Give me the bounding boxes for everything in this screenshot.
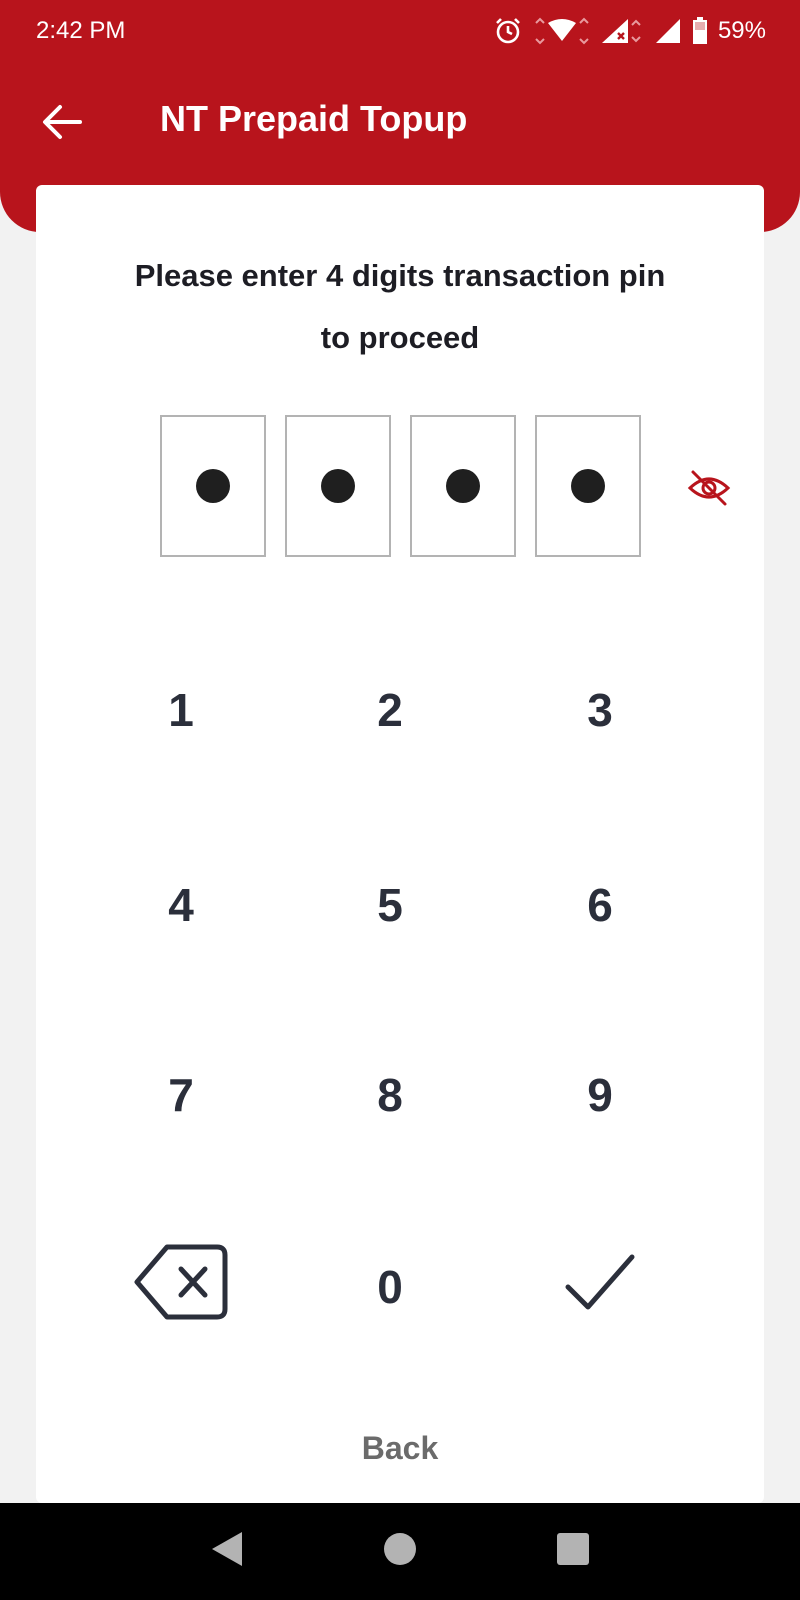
backspace-icon: [133, 1243, 229, 1332]
pin-card: Please enter 4 digits transaction pin to…: [36, 185, 764, 1503]
delete-key[interactable]: [101, 1227, 261, 1347]
signal-icon: [654, 17, 682, 45]
alarm-icon: [494, 17, 522, 45]
status-bar: 2:42 PM 59%: [0, 0, 800, 62]
square-recents-icon: [556, 1532, 590, 1571]
pin-dot: [321, 469, 355, 503]
pin-visibility-toggle[interactable]: [686, 467, 732, 513]
nav-recents-button[interactable]: [543, 1522, 603, 1582]
confirm-key[interactable]: [520, 1227, 680, 1347]
pin-digit-box[interactable]: [285, 415, 391, 557]
triangle-back-icon: [210, 1530, 244, 1573]
wifi-icon: [532, 17, 590, 45]
pin-prompt-line-1: Please enter 4 digits transaction pin: [134, 258, 666, 293]
pin-digit-box[interactable]: [160, 415, 266, 557]
key-6[interactable]: 6: [520, 845, 680, 965]
status-icons: 59%: [494, 17, 766, 45]
back-button[interactable]: Back: [36, 1430, 764, 1467]
key-4[interactable]: 4: [101, 845, 261, 965]
pin-digit-box[interactable]: [535, 415, 641, 557]
nav-back-button[interactable]: [197, 1522, 257, 1582]
eye-off-icon: [687, 468, 731, 513]
key-1[interactable]: 1: [101, 650, 261, 770]
battery-icon: [692, 17, 708, 45]
key-2[interactable]: 2: [310, 650, 470, 770]
system-nav-bar: [0, 1503, 800, 1600]
key-5[interactable]: 5: [310, 845, 470, 965]
key-7[interactable]: 7: [101, 1035, 261, 1155]
status-time: 2:42 PM: [36, 17, 126, 44]
page-title: NT Prepaid Topup: [160, 98, 468, 139]
key-9[interactable]: 9: [520, 1035, 680, 1155]
nav-home-button[interactable]: [370, 1522, 430, 1582]
pin-prompt-line-2: to proceed: [320, 320, 480, 355]
arrow-left-icon: [42, 104, 82, 145]
pin-dot: [446, 469, 480, 503]
check-icon: [564, 1253, 636, 1322]
key-8[interactable]: 8: [310, 1035, 470, 1155]
circle-home-icon: [383, 1532, 417, 1571]
key-0[interactable]: 0: [310, 1227, 470, 1347]
pin-digit-box[interactable]: [410, 415, 516, 557]
pin-dot: [571, 469, 605, 503]
pin-input-row[interactable]: [160, 415, 641, 557]
pin-dot: [196, 469, 230, 503]
back-arrow-button[interactable]: [40, 102, 84, 146]
pin-prompt: Please enter 4 digits transaction pin to…: [36, 245, 764, 369]
battery-level: 59%: [717, 17, 766, 44]
key-3[interactable]: 3: [520, 650, 680, 770]
signal-icon: [600, 17, 644, 45]
